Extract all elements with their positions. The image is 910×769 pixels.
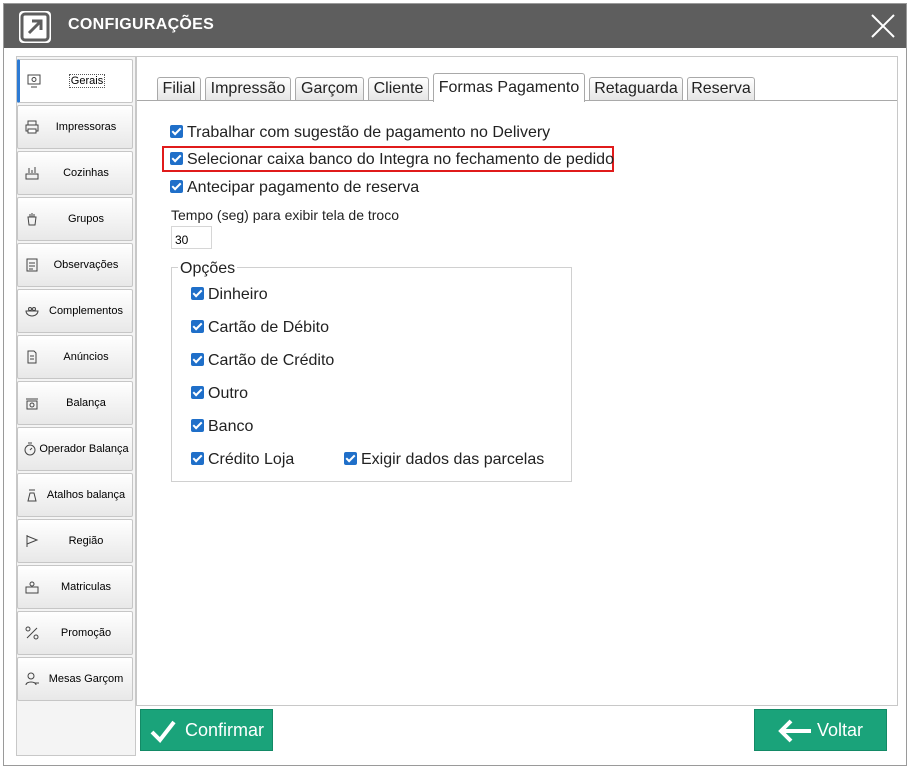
back-button[interactable]: Voltar [754,709,887,751]
sidebar-item-label: Atalhos balança [46,489,126,501]
sidebar-item-grupos[interactable]: Grupos [17,197,133,241]
checkbox-checked-icon [344,452,357,465]
select-bank-cash-label: Selecionar caixa banco do Integra no fec… [187,151,614,168]
checkbox-checked-icon [191,320,204,333]
sidebar-item-label: Mesas Garçom [48,673,124,685]
checkbox-checked-icon [170,180,183,193]
sidebar-item-label: Grupos [67,213,105,225]
checkbox-checked-icon [170,152,183,165]
app-logo-icon [19,11,51,43]
sidebar-item-label: Balança [66,397,106,409]
sidebar-item-label: Operador Balança [39,443,129,455]
confirm-button[interactable]: Confirmar [140,709,273,751]
groups-icon [27,213,37,226]
flag-icon [26,535,39,547]
clipboard-icon [26,258,38,272]
tab-bar: Filial Impressão Garçom Cliente Formas P… [137,73,897,102]
option-label: Dinheiro [208,286,268,303]
option-credito-loja-checkbox[interactable]: Crédito Loja [191,451,294,469]
close-icon[interactable] [870,13,896,39]
sidebar-item-label: Região [68,535,104,547]
document-icon [27,350,37,364]
checkbox-checked-icon [191,386,204,399]
arrow-left-icon [778,719,811,743]
option-outro-checkbox[interactable]: Outro [191,385,248,403]
settings-monitor-icon [27,74,41,88]
settings-panel: Filial Impressão Garçom Cliente Formas P… [136,56,898,706]
sidebar-item-matriculas[interactable]: Matriculas [17,565,133,609]
sidebar-item-observacoes[interactable]: Observações [17,243,133,287]
registration-icon [25,581,39,594]
select-bank-cash-checkbox[interactable]: Selecionar caixa banco do Integra no fec… [170,151,614,169]
sidebar-item-label: Matriculas [60,581,112,593]
title-bar: CONFIGURAÇÕES [4,4,906,48]
option-cartao-credito-checkbox[interactable]: Cartão de Crédito [191,352,334,370]
back-label: Voltar [817,720,864,740]
anticipate-reserve-checkbox[interactable]: Antecipar pagamento de reserva [170,179,419,197]
checkbox-checked-icon [191,452,204,465]
tab-garcom[interactable]: Garçom [295,77,364,101]
change-time-input[interactable] [171,226,212,249]
sidebar-item-cozinhas[interactable]: Cozinhas [17,151,133,195]
tab-filial[interactable]: Filial [157,77,201,101]
checkbox-checked-icon [191,353,204,366]
delivery-suggestion-checkbox[interactable]: Trabalhar com sugestão de pagamento no D… [170,124,550,142]
sidebar-item-label: Anúncios [63,351,109,363]
scale-shortcut-icon [27,489,37,502]
promotion-icon [25,626,39,640]
sidebar-item-label: Gerais [68,74,106,88]
checkbox-checked-icon [191,419,204,432]
sidebar-item-label: Promoção [60,627,112,639]
checkbox-checked-icon [170,125,183,138]
sidebar-item-atalhos-balanca[interactable]: Atalhos balança [17,473,133,517]
option-label: Cartão de Débito [208,319,329,336]
checkmark-icon [150,720,176,744]
sidebar-item-balanca[interactable]: Balança [17,381,133,425]
require-installments-checkbox[interactable]: Exigir dados das parcelas [344,451,544,469]
config-window: CONFIGURAÇÕES Gerais Impressoras Cozinha… [3,3,907,766]
sidebar-item-anuncios[interactable]: Anúncios [17,335,133,379]
sidebar-item-label: Cozinhas [63,167,109,179]
bowl-icon [25,307,39,317]
options-group-title: Opções [178,260,238,278]
window-title: CONFIGURAÇÕES [68,16,215,33]
checkbox-checked-icon [191,287,204,300]
sidebar-item-complementos[interactable]: Complementos [17,289,133,333]
tab-impressao[interactable]: Impressão [205,77,291,101]
change-time-label: Tempo (seg) para exibir tela de troco [171,207,399,223]
tab-reserva[interactable]: Reserva [687,77,755,101]
sidebar-item-mesas-garcom[interactable]: Mesas Garçom [17,657,133,701]
sidebar-item-label: Complementos [49,305,123,317]
option-label: Cartão de Crédito [208,352,335,369]
option-banco-checkbox[interactable]: Banco [191,418,253,436]
sidebar-item-impressoras[interactable]: Impressoras [17,105,133,149]
tab-cliente[interactable]: Cliente [368,77,429,101]
sidebar-item-regiao[interactable]: Região [17,519,133,563]
sidebar: Gerais Impressoras Cozinhas Grupos Obser… [16,56,136,756]
sidebar-item-gerais[interactable]: Gerais [17,59,133,103]
sidebar-item-operador-balanca[interactable]: Operador Balança [17,427,133,471]
printer-icon [25,120,39,134]
option-dinheiro-checkbox[interactable]: Dinheiro [191,286,268,304]
tab-retaguarda[interactable]: Retaguarda [589,77,683,101]
option-label: Crédito Loja [208,451,295,468]
require-installments-label: Exigir dados das parcelas [361,451,545,468]
options-group: Opções Dinheiro Cartão de Débito Cartão … [171,260,572,482]
option-label: Banco [208,418,254,435]
option-cartao-debito-checkbox[interactable]: Cartão de Débito [191,319,329,337]
kitchen-icon [25,167,39,180]
delivery-suggestion-label: Trabalhar com sugestão de pagamento no D… [187,124,551,141]
anticipate-reserve-label: Antecipar pagamento de reserva [187,179,420,196]
confirm-label: Confirmar [185,720,265,740]
sidebar-item-label: Observações [53,259,119,271]
sidebar-item-label: Impressoras [55,121,117,133]
sidebar-item-promocao[interactable]: Promoção [17,611,133,655]
tab-formas-pagamento[interactable]: Formas Pagamento [433,73,585,102]
option-label: Outro [208,385,249,402]
waiter-icon [25,672,39,686]
scale-icon [26,398,38,410]
